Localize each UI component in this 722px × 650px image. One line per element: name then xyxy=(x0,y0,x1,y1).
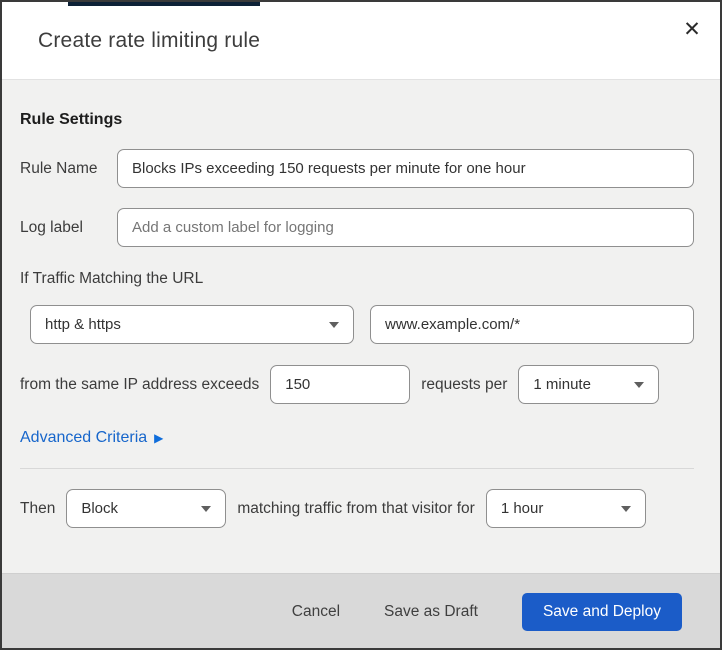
then-sentence-prefix: Then xyxy=(20,499,56,517)
rate-sentence-middle: requests per xyxy=(421,375,508,393)
url-match-row: http & https xyxy=(30,305,694,344)
advanced-criteria-link[interactable]: Advanced Criteria ▶ xyxy=(20,429,163,447)
save-and-deploy-button[interactable]: Save and Deploy xyxy=(521,593,682,631)
rule-name-label: Rule Name xyxy=(20,159,98,177)
chevron-down-icon xyxy=(620,505,631,512)
url-pattern-input[interactable] xyxy=(370,305,694,344)
duration-select[interactable]: 1 hour xyxy=(485,489,646,528)
rule-name-row: Rule Name xyxy=(20,149,694,188)
then-sentence-middle: matching traffic from that visitor for xyxy=(237,499,475,517)
log-label-input[interactable] xyxy=(117,208,694,247)
arrow-right-icon: ▶ xyxy=(154,431,164,445)
requests-count-input[interactable] xyxy=(270,365,411,404)
period-select-value: 1 minute xyxy=(533,376,591,393)
top-accent-bar xyxy=(68,2,260,6)
page-title: Create rate limiting rule xyxy=(38,28,261,52)
save-as-draft-button[interactable]: Save as Draft xyxy=(384,603,478,621)
chevron-down-icon xyxy=(201,505,212,512)
scheme-select[interactable]: http & https xyxy=(30,305,354,344)
log-label-row: Log label xyxy=(20,208,694,247)
create-rate-limiting-rule-dialog: Create rate limiting rule ✕ Rule Setting… xyxy=(0,0,722,650)
action-select-value: Block xyxy=(81,500,119,517)
cancel-button[interactable]: Cancel xyxy=(292,603,340,621)
close-icon[interactable]: ✕ xyxy=(676,14,708,46)
scheme-select-value: http & https xyxy=(45,316,121,333)
log-label-label: Log label xyxy=(20,218,83,236)
advanced-criteria-label: Advanced Criteria xyxy=(20,429,148,446)
dialog-body: Rule Settings Rule Name Log label If Tra… xyxy=(2,80,720,573)
rule-settings-heading: Rule Settings xyxy=(20,111,123,128)
traffic-match-heading: If Traffic Matching the URL xyxy=(20,270,204,287)
chevron-down-icon xyxy=(634,381,645,388)
dialog-header: Create rate limiting rule ✕ xyxy=(2,2,720,80)
duration-select-value: 1 hour xyxy=(500,500,544,517)
section-divider xyxy=(20,468,694,469)
top-edge-gap xyxy=(4,2,68,4)
action-select[interactable]: Block xyxy=(66,489,227,528)
rule-name-input[interactable] xyxy=(117,149,694,188)
then-action-row: Then Block matching traffic from that vi… xyxy=(20,489,694,528)
rate-threshold-row: from the same IP address exceeds request… xyxy=(20,365,694,404)
rate-sentence-prefix: from the same IP address exceeds xyxy=(20,375,260,393)
chevron-down-icon xyxy=(329,321,339,328)
dialog-footer: Cancel Save as Draft Save and Deploy xyxy=(2,573,720,648)
period-select[interactable]: 1 minute xyxy=(518,365,660,404)
